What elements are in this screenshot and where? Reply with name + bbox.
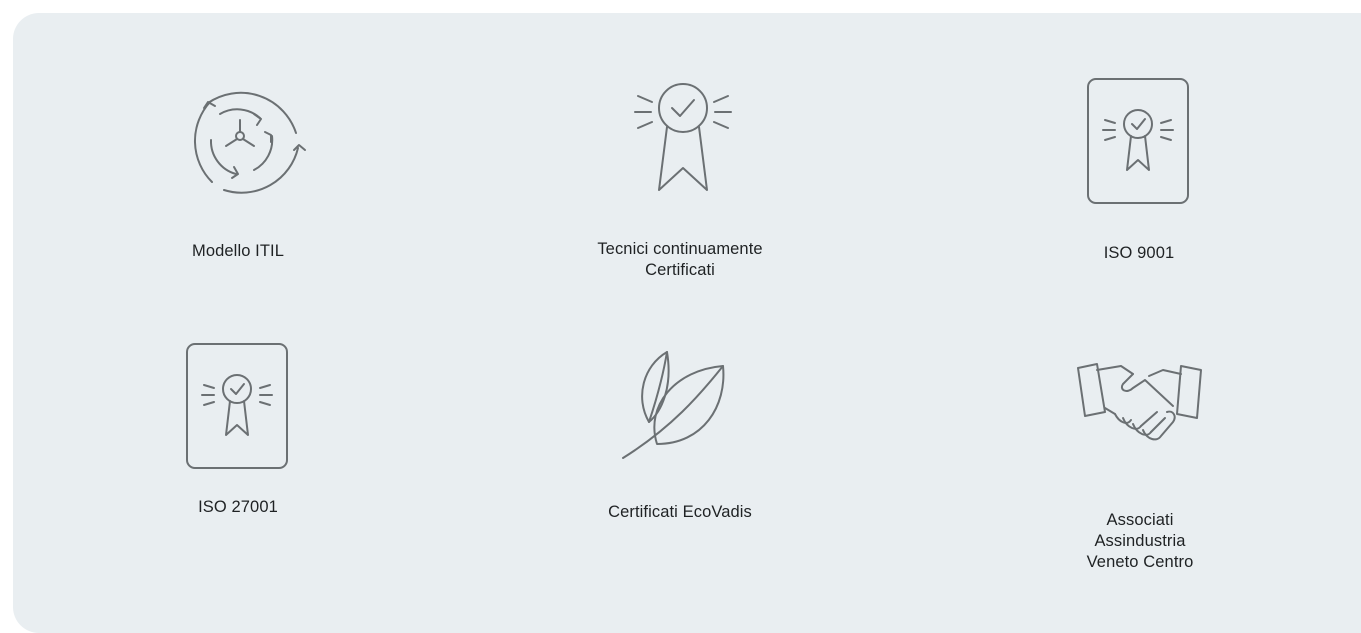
feature-ecovadis: Certificati EcoVadis: [580, 348, 780, 523]
feature-label: ISO 9001: [1103, 244, 1175, 262]
feature-itil: Modello ITIL: [138, 78, 338, 262]
leaves-icon: [622, 351, 725, 459]
cycle-arrows-icon: [193, 91, 306, 194]
feature-label: Associati Assindustria Veneto Centro: [1086, 511, 1194, 571]
feature-iso-27001: ISO 27001: [138, 343, 338, 518]
feature-assindustria: Associati Assindustria Veneto Centro: [1040, 360, 1240, 573]
certificate-document-icon: [186, 343, 288, 469]
feature-technicians: Tecnici continuamente Certificati: [580, 78, 780, 281]
award-ribbon-icon: [634, 83, 732, 191]
feature-iso-9001: ISO 9001: [1039, 78, 1239, 264]
feature-label: Certificati EcoVadis: [608, 503, 752, 521]
handshake-icon: [1077, 363, 1202, 441]
feature-label: Tecnici continuamente Certificati: [597, 240, 763, 279]
feature-label: Modello ITIL: [192, 242, 284, 260]
feature-label: ISO 27001: [198, 498, 278, 516]
certificate-document-icon: [1087, 78, 1189, 204]
